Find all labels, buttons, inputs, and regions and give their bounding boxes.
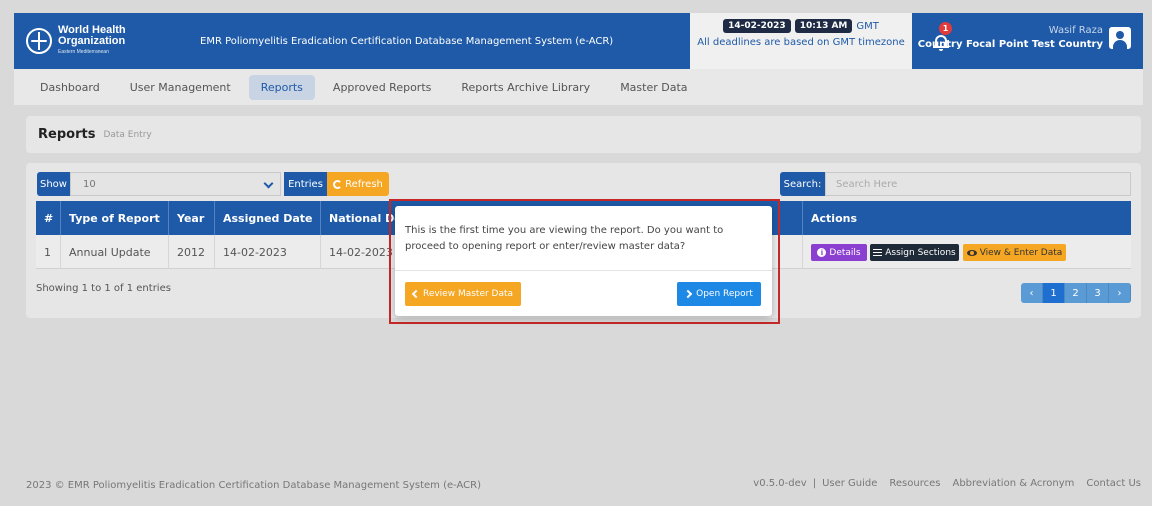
chevron-left-icon xyxy=(411,289,421,299)
prev-page-icon[interactable]: ‹ xyxy=(1021,283,1043,303)
breadcrumb: Reports Data Entry xyxy=(26,116,1141,153)
dialog-message: This is the first time you are viewing t… xyxy=(405,225,724,252)
page-subtitle: Data Entry xyxy=(103,129,152,140)
page-3-button[interactable]: 3 xyxy=(1087,283,1109,303)
page-1-button[interactable]: 1 xyxy=(1043,283,1065,303)
row-assigned-date: 14-02-2023 xyxy=(215,235,321,269)
eye-icon xyxy=(966,249,977,256)
footer-link-resources[interactable]: Resources xyxy=(889,478,940,489)
assign-sections-button[interactable]: Assign Sections xyxy=(870,244,959,261)
refresh-button[interactable]: Refresh xyxy=(327,172,389,196)
col-type[interactable]: Type of Report xyxy=(61,201,169,235)
review-master-data-button[interactable]: Review Master Data xyxy=(405,282,521,306)
details-label: Details xyxy=(829,247,861,258)
review-master-data-label: Review Master Data xyxy=(422,289,514,299)
first-view-dialog: This is the first time you are viewing t… xyxy=(395,206,772,316)
refresh-icon xyxy=(333,179,343,189)
dialog-divider xyxy=(395,270,772,271)
current-time: 10:13 AM xyxy=(794,19,853,33)
nav-reports[interactable]: Reports xyxy=(248,74,315,100)
row-year: 2012 xyxy=(169,235,215,269)
footer-link-contact[interactable]: Contact Us xyxy=(1086,478,1141,489)
nav-dashboard[interactable]: Dashboard xyxy=(28,75,112,100)
nav-user-management[interactable]: User Management xyxy=(118,75,243,100)
main-nav: Dashboard User Management Reports Approv… xyxy=(14,69,1143,105)
view-enter-data-button[interactable]: View & Enter Data xyxy=(963,244,1066,261)
deadline-note: All deadlines are based on GMT timezone xyxy=(697,37,905,48)
app-header: World Health Organization Eastern Medite… xyxy=(14,13,1143,69)
row-type: Annual Update xyxy=(61,235,169,269)
entries-summary: Showing 1 to 1 of 1 entries xyxy=(36,283,171,294)
nav-master-data[interactable]: Master Data xyxy=(608,75,699,100)
app-version: v0.5.0-dev xyxy=(753,478,807,489)
footer-link-user-guide[interactable]: User Guide xyxy=(822,478,877,489)
logo-region: Eastern Mediterranean xyxy=(58,48,109,55)
pagination: ‹ 1 2 3 › xyxy=(1021,283,1131,303)
page-2-button[interactable]: 2 xyxy=(1065,283,1087,303)
user-role: Country Focal Point Test Country xyxy=(917,39,1103,50)
details-button[interactable]: i Details xyxy=(811,244,867,261)
who-emblem-icon xyxy=(26,28,52,54)
search-label: Search: xyxy=(780,172,825,196)
col-assigned-date[interactable]: Assigned Date xyxy=(215,201,321,235)
col-number: # xyxy=(36,201,61,235)
footer-link-abbreviations[interactable]: Abbreviation & Acronym xyxy=(952,478,1074,489)
who-logo[interactable]: World Health Organization Eastern Medite… xyxy=(14,23,194,58)
logo-org-line2: Organization xyxy=(58,34,126,47)
user-info[interactable]: Wasif Raza Country Focal Point Test Coun… xyxy=(918,25,1103,50)
user-name: Wasif Raza xyxy=(1048,25,1103,36)
page-title: Reports xyxy=(38,127,96,142)
footer-separator: | xyxy=(812,478,817,489)
entries-per-page-value: 10 xyxy=(83,178,96,190)
info-icon: i xyxy=(817,248,827,257)
timezone-label: GMT xyxy=(856,20,879,32)
open-report-label: Open Report xyxy=(696,289,753,299)
nav-reports-archive-library[interactable]: Reports Archive Library xyxy=(449,75,602,100)
footer-copyright: 2023 © EMR Poliomyelitis Eradication Cer… xyxy=(26,479,482,491)
app-title: EMR Poliomyelitis Eradication Certificat… xyxy=(200,35,614,47)
show-label: Show xyxy=(37,172,70,196)
list-icon xyxy=(873,249,883,256)
logo-org-line1: World Health xyxy=(58,23,126,36)
current-date: 14-02-2023 xyxy=(723,19,791,33)
row-number: 1 xyxy=(36,235,61,269)
entries-per-page-select[interactable]: 10 xyxy=(70,172,281,196)
next-page-icon[interactable]: › xyxy=(1109,283,1131,303)
avatar[interactable] xyxy=(1109,27,1131,49)
refresh-label: Refresh xyxy=(345,178,383,190)
app-footer: 2023 © EMR Poliomyelitis Eradication Cer… xyxy=(14,465,1143,505)
chevron-right-icon xyxy=(683,289,693,299)
clock-panel: 14-02-2023 10:13 AM GMT All deadlines ar… xyxy=(690,13,912,69)
col-year[interactable]: Year xyxy=(169,201,215,235)
nav-approved-reports[interactable]: Approved Reports xyxy=(321,75,443,100)
col-actions: Actions xyxy=(811,211,857,225)
open-report-button[interactable]: Open Report xyxy=(677,282,761,306)
entries-label: Entries xyxy=(284,172,327,196)
view-enter-data-label: View & Enter Data xyxy=(979,247,1063,258)
chevron-down-icon xyxy=(263,178,274,189)
search-input[interactable]: Search Here xyxy=(825,172,1131,196)
assign-sections-label: Assign Sections xyxy=(885,247,956,258)
